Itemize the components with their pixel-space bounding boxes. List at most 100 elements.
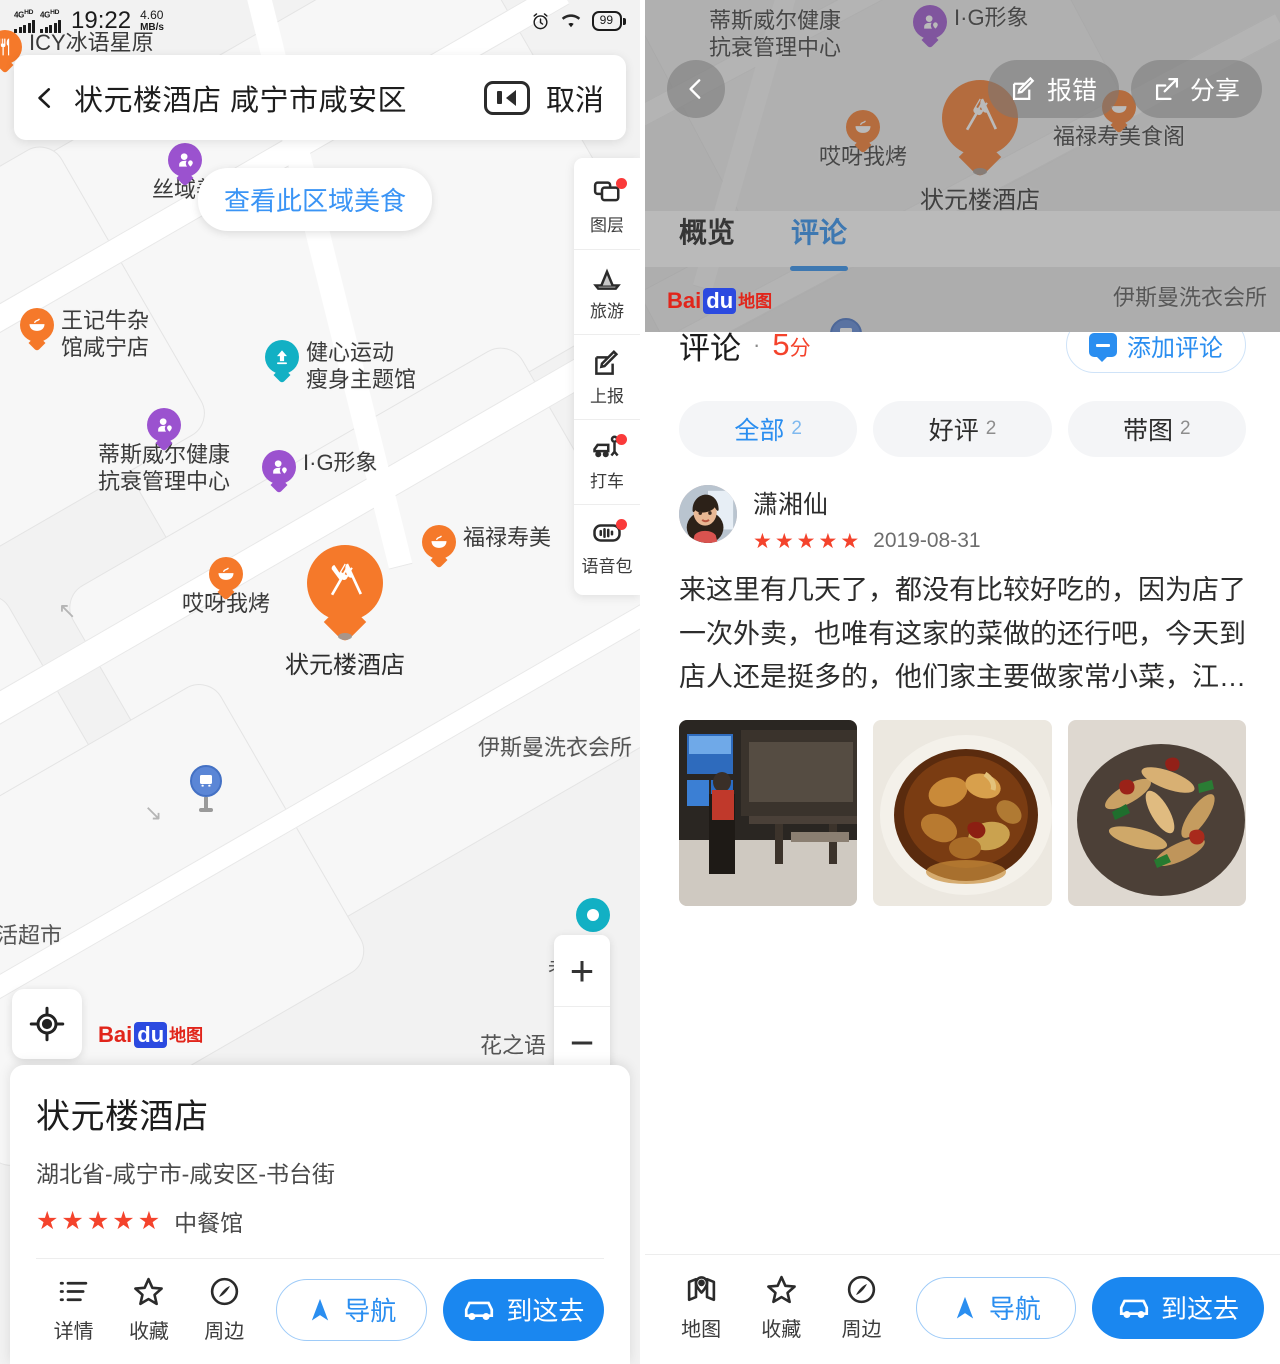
poi-detail-card: 状元楼酒店 湖北省-咸宁市-咸安区-书台街 ★ ★ ★ ★ ★ 中餐馆 详情 收藏 xyxy=(10,1065,630,1364)
baidu-map-logo: Bai du 地图 xyxy=(667,287,772,314)
map-poi-wangji[interactable]: 王记牛杂 馆咸宁店 xyxy=(20,308,149,362)
selected-poi-marker[interactable]: 状元楼酒店 xyxy=(285,545,405,680)
rail-item-taxi[interactable]: 打车 xyxy=(574,419,640,504)
map-poi-ig[interactable]: I·G形象 xyxy=(262,450,378,484)
comments-separator: · xyxy=(753,332,761,357)
review-photo-fried-fish[interactable] xyxy=(1067,720,1246,907)
pole-base xyxy=(199,808,213,812)
rail-item-voice-pack[interactable]: 语音包 xyxy=(574,504,640,589)
detail-map-header[interactable]: 蒂斯威尔健康 抗衰管理中心 I·G形象 哎呀我烤 福禄寿美食阁 伊斯曼洗衣会所 … xyxy=(645,0,1280,332)
filter-with-photos[interactable]: 带图 2 xyxy=(1067,401,1246,457)
map-poi-label: 健心运动 瘦身主题馆 xyxy=(306,340,417,392)
go-here-button[interactable]: 到这去 xyxy=(442,1278,605,1341)
go-here-button[interactable]: 到这去 xyxy=(1092,1276,1264,1339)
tourism-icon xyxy=(593,267,621,290)
comment-bubble-icon xyxy=(1089,333,1117,362)
share-button[interactable]: 分享 xyxy=(1130,60,1262,118)
badge-dot xyxy=(616,178,627,189)
map-poi-label: I·G形象 xyxy=(303,450,378,475)
left-panel-search-map: ICY冰语星原 丝域养 王记牛杂 馆咸宁店 健心运动 瘦身主题馆 蒂斯威尔健康 … xyxy=(0,0,640,1364)
locate-crosshair-icon xyxy=(29,1006,65,1042)
review-photo-braised-chicken[interactable] xyxy=(873,720,1052,907)
content-fade xyxy=(645,1228,1280,1246)
rail-label: 上报 xyxy=(590,386,624,406)
cancel-button[interactable]: 取消 xyxy=(546,77,604,119)
zoom-in-button[interactable]: + xyxy=(554,935,610,1007)
detail-bottom-bar: 地图 收藏 周边 导航 到这去 xyxy=(645,1254,1280,1364)
map-poi-disiweier[interactable]: 蒂斯威尔健康 抗衰管理中心 xyxy=(98,408,230,496)
action-detail[interactable]: 详情 xyxy=(36,1275,111,1344)
compass-icon xyxy=(210,1277,238,1306)
map-poi-aiyawokao[interactable]: 哎呀我烤 xyxy=(182,557,270,618)
detail-back-button[interactable] xyxy=(667,60,725,118)
rail-label: 旅游 xyxy=(590,301,624,321)
rail-item-tourism[interactable]: 旅游 xyxy=(574,249,640,334)
right-panel-poi-detail: 蒂斯威尔健康 抗衰管理中心 I·G形象 哎呀我烤 福禄寿美食阁 伊斯曼洗衣会所 … xyxy=(645,0,1280,1364)
action-nearby[interactable]: 周边 xyxy=(187,1275,262,1344)
search-input[interactable]: 状元楼酒店 咸宁市咸安区 xyxy=(74,77,468,119)
screen: ICY冰语星原 丝域养 王记牛杂 馆咸宁店 健心运动 瘦身主题馆 蒂斯威尔健康 … xyxy=(0,0,1280,1364)
action-label: 地图 xyxy=(681,1319,722,1341)
action-favorite[interactable]: 收藏 xyxy=(741,1273,821,1342)
rail-item-layers[interactable]: 图层 xyxy=(574,164,640,249)
noodle-bowl-pin-icon xyxy=(209,557,243,591)
cutlery-pin-icon xyxy=(307,545,383,621)
review-meta: ★ ★ ★ ★ ★ 2019-08-31 xyxy=(753,529,981,553)
star-outline-icon xyxy=(134,1277,164,1306)
detail-top-buttons: 报错 分享 xyxy=(987,60,1262,118)
review-date: 2019-08-31 xyxy=(873,529,981,552)
star-outline-icon xyxy=(766,1275,796,1304)
view-area-food-button[interactable]: 查看此区域美食 xyxy=(198,168,433,231)
navigate-button[interactable]: 导航 xyxy=(275,1278,427,1341)
badge-dot xyxy=(616,434,627,445)
navigate-button[interactable]: 导航 xyxy=(915,1276,1077,1339)
logo-bai: Bai xyxy=(667,288,702,313)
map-poi-label: ICY冰语星原 xyxy=(29,30,154,55)
keyboard-collapse-icon[interactable] xyxy=(483,80,530,115)
filter-count: 2 xyxy=(1180,418,1191,439)
pole xyxy=(204,797,208,808)
map-dim-overlay xyxy=(645,0,1280,332)
beauty-pin-icon xyxy=(147,408,181,442)
map-poi-fulushou[interactable]: 福禄寿美 xyxy=(422,525,551,559)
badge-dot xyxy=(616,519,627,530)
selected-poi-label: 状元楼酒店 xyxy=(285,652,405,679)
filter-count: 2 xyxy=(985,418,997,439)
filter-all[interactable]: 全部 2 xyxy=(679,401,858,457)
rail-item-report[interactable]: 上报 xyxy=(574,334,640,419)
action-map[interactable]: 地图 xyxy=(661,1273,741,1342)
go-here-label: 到这去 xyxy=(506,1296,585,1326)
map-poi-label: 王记牛杂 馆咸宁店 xyxy=(61,308,150,360)
review-photo-restaurant-interior[interactable] xyxy=(679,720,858,907)
map-tool-rail: 图层 旅游 上报 打车 语音包 xyxy=(574,158,640,595)
poi-title: 状元楼酒店 xyxy=(36,1098,209,1136)
action-label: 周边 xyxy=(841,1319,882,1341)
action-nearby[interactable]: 周边 xyxy=(821,1273,901,1342)
review-text: 来这里有几天了，都没有比较好吃的，因为店了一次外卖，也唯有这家的菜做的还行吧，今… xyxy=(679,575,1246,693)
poi-category: 中餐馆 xyxy=(174,1210,244,1236)
report-error-button[interactable]: 报错 xyxy=(987,60,1119,118)
report-error-label: 报错 xyxy=(1046,77,1097,105)
poi-address: 湖北省-咸宁市-咸安区-书台街 xyxy=(36,1161,335,1187)
map-label-flower: 花之语 xyxy=(480,1033,547,1058)
bus-stop-marker[interactable] xyxy=(190,765,222,812)
report-edit-icon xyxy=(1012,76,1035,101)
map-poi-jianxin[interactable]: 健心运动 瘦身主题馆 xyxy=(265,340,416,394)
map-poi-label: 福禄寿美 xyxy=(463,525,552,550)
kb-bar xyxy=(497,91,503,104)
chevron-left-icon[interactable] xyxy=(32,85,58,111)
map-cyan-marker[interactable] xyxy=(576,898,610,932)
action-favorite[interactable]: 收藏 xyxy=(111,1275,186,1344)
filter-positive[interactable]: 好评 2 xyxy=(873,401,1052,457)
navigation-arrow-icon xyxy=(956,1296,974,1318)
bus-icon xyxy=(190,765,222,797)
add-comment-label: 添加评论 xyxy=(1127,334,1223,362)
map-label-laundry: 伊斯曼洗衣会所 xyxy=(478,735,633,760)
review-author: 潇湘仙 xyxy=(753,491,829,519)
comments-score: 5分 xyxy=(772,327,811,362)
locate-button[interactable] xyxy=(12,989,82,1059)
noodle-bowl-pin-icon xyxy=(20,308,54,342)
search-bar[interactable]: 状元楼酒店 咸宁市咸安区 取消 xyxy=(14,55,626,140)
avatar[interactable] xyxy=(679,485,737,543)
review-photos xyxy=(679,720,1246,907)
